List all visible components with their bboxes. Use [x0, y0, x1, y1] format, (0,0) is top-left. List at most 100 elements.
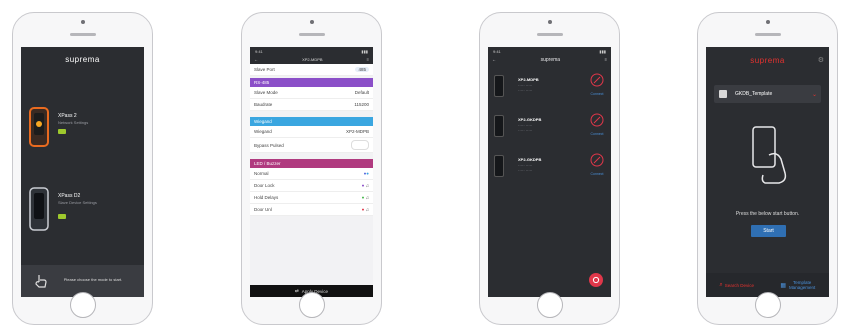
hand-pointer-icon [35, 275, 47, 288]
status-bar: 9:41 ▮▮▮ [250, 47, 373, 55]
bypass-toggle[interactable] [351, 140, 369, 150]
back-arrow-icon[interactable]: ← [492, 57, 496, 62]
link-icon [590, 73, 604, 87]
led-unlock-row[interactable]: Door Unl ● ♫ [250, 204, 373, 216]
wiegand-value: XP2-MDPB [345, 129, 369, 134]
earpiece-speaker [536, 33, 563, 36]
device-thumb-icon [494, 115, 504, 137]
template-name: GKDB_Template [735, 91, 773, 97]
slave-mode-value: Default [354, 90, 369, 95]
device-details: ····· ····· ····· ····· [518, 163, 533, 173]
slave-mode-row[interactable]: Slave Mode Default [250, 87, 373, 99]
xpass2-badge [58, 129, 66, 134]
status-bar: 9:41 ▮▮▮ [488, 47, 611, 55]
template-management-label: Template Management [788, 280, 816, 290]
device-name: XP2-GKDPB [518, 157, 542, 162]
connect-button[interactable]: Connect [588, 73, 606, 96]
baudrate-row[interactable]: Baudrate 115200 [250, 99, 373, 111]
start-button[interactable]: Start [751, 225, 786, 237]
start-prompt-text: Press the below start button. [735, 211, 800, 217]
device-option-xpassd2[interactable]: XPass D2 Slave Device Settings [28, 187, 138, 237]
device-details: ····· ····· ····· ····· [518, 83, 533, 93]
device-item-3[interactable]: XP2-GKDPB ····· ····· ····· ····· Connect [494, 153, 606, 181]
menu-icon[interactable]: ≡ [605, 57, 607, 62]
menu-icon[interactable]: ≡ [367, 57, 369, 62]
section-rs485: RS-485 [250, 78, 373, 87]
slave-port-row[interactable]: Slave Port 485 [250, 64, 373, 76]
refresh-icon [592, 276, 600, 284]
settings-header: ← XP2-MDPB ≡ [250, 55, 373, 64]
earpiece-speaker [298, 33, 325, 36]
phone-frame-2: 9:41 ▮▮▮ ← XP2-MDPB ≡ Slave Port 485 RS-… [241, 12, 382, 325]
connect-label: Connect [590, 172, 604, 176]
section-wiegand: Wiegand [250, 117, 373, 126]
search-device-label: Search Device [724, 282, 755, 288]
template-device-icon [719, 90, 727, 98]
home-button[interactable] [754, 292, 781, 318]
led-normal-label: Normal [254, 171, 269, 176]
brand-logo-red: suprema [750, 56, 785, 65]
device-thumb-icon [494, 75, 504, 97]
settings-gear-icon[interactable]: ⚙ [818, 56, 824, 64]
led-hold-colors[interactable]: ● ♫ [362, 195, 369, 200]
front-camera [80, 20, 85, 24]
led-normal-row[interactable]: Normal ●● [250, 168, 373, 180]
wiegand-label: Wiegand [254, 129, 272, 134]
device-item-1[interactable]: XP2-MDPB ····· ····· ····· ····· Connect [494, 73, 606, 101]
search-device-button[interactable]: ⌕ Search Device [706, 282, 768, 289]
front-camera [309, 20, 314, 24]
connect-label: Connect [590, 132, 604, 136]
template-management-button[interactable]: ▦ Template Management [768, 280, 830, 290]
template-start-screen: suprema ⚙ GKDB_Template ⌄ Press the belo… [706, 47, 829, 297]
home-button[interactable] [536, 292, 563, 318]
xpass2-subtitle: Network Settings [58, 120, 89, 125]
connect-button[interactable]: Connect [588, 153, 606, 176]
led-hold-row[interactable]: Hold Delays ● ♫ [250, 192, 373, 204]
led-doorlock-row[interactable]: Door Lock ● ♫ [250, 180, 373, 192]
xpassd2-badge [58, 214, 66, 219]
bypass-pulsed-label: Bypass Pulsed [254, 142, 284, 148]
earpiece-speaker [754, 33, 781, 36]
section-led-buzzer: LED / Buzzer [250, 159, 373, 168]
xpassd2-name: XPass D2 [58, 193, 81, 199]
chevron-down-icon: ⌄ [811, 91, 817, 98]
xpassd2-device-icon [29, 187, 49, 231]
link-icon [590, 153, 604, 167]
brand-logo: suprema [65, 55, 100, 64]
slave-port-value: 485 [355, 67, 369, 72]
led-unlock-label: Door Unl [254, 207, 272, 212]
home-button[interactable] [298, 292, 325, 318]
music-note-icon: ♫ [365, 207, 369, 212]
connect-button[interactable]: Connect [588, 113, 606, 136]
slave-mode-label: Slave Mode [254, 90, 278, 95]
device-item-2[interactable]: XP2-GKDPB ····· ····· ····· ····· Connect [494, 113, 606, 141]
led-unlock-colors[interactable]: ● ♫ [362, 207, 369, 212]
device-option-xpass2[interactable]: XPass 2 Network Settings [28, 107, 138, 157]
slave-port-label: Slave Port [254, 67, 275, 72]
music-note-icon: ♫ [365, 195, 369, 200]
connect-label: Connect [590, 92, 604, 96]
device-details: ····· ····· ····· ····· [518, 123, 533, 133]
home-button[interactable] [69, 292, 96, 318]
grid-icon: ▦ [780, 282, 787, 289]
battery-icon: ▮▮▮ [599, 48, 606, 54]
device-name: XP2-GKDPB [518, 117, 542, 122]
bypass-pulsed-row[interactable]: Bypass Pulsed [250, 138, 373, 153]
phone-frame-4: suprema ⚙ GKDB_Template ⌄ Press the belo… [697, 12, 838, 325]
baudrate-value: 115200 [354, 102, 369, 107]
led-normal-colors[interactable]: ●● [364, 171, 369, 176]
battery-icon: ▮▮▮ [361, 48, 368, 54]
led-hold-label: Hold Delays [254, 195, 279, 200]
xpassd2-subtitle: Slave Device Settings [58, 200, 97, 205]
front-camera [547, 20, 552, 24]
settings-title: XP2-MDPB [302, 57, 323, 62]
wiegand-row[interactable]: Wiegand XP2-MDPB [250, 126, 373, 138]
led-doorlock-colors[interactable]: ● ♫ [362, 183, 369, 188]
link-icon [590, 113, 604, 127]
device-name: XP2-MDPB [518, 77, 539, 82]
phone-frame-3: 9:41 ▮▮▮ ← suprema ≡ XP2-MDPB ····· ····… [479, 12, 620, 325]
refresh-fab[interactable] [589, 273, 603, 287]
xpass2-device-icon [29, 107, 49, 147]
template-select[interactable]: GKDB_Template ⌄ [714, 85, 821, 103]
back-arrow-icon[interactable]: ← [254, 57, 258, 62]
